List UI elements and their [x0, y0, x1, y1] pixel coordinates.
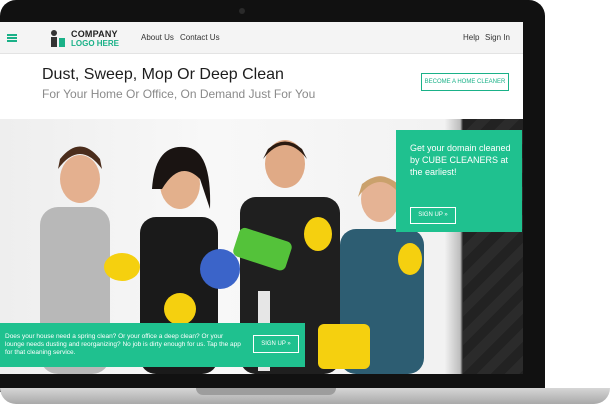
strip-sign-up-button[interactable]: SIGN UP » — [253, 335, 299, 353]
promo-strip: Does your house need a spring clean? Or … — [0, 323, 305, 367]
cleaner-logo-icon — [51, 30, 65, 47]
camera-icon — [239, 8, 245, 14]
screen: COMPANY LOGO HERE About Us Contact Us He… — [0, 22, 523, 374]
laptop-bezel: COMPANY LOGO HERE About Us Contact Us He… — [0, 0, 545, 392]
logo-line1[interactable]: COMPANY — [71, 29, 118, 39]
nav-contact-us[interactable]: Contact Us — [180, 33, 220, 42]
top-nav: COMPANY LOGO HERE About Us Contact Us He… — [0, 22, 523, 54]
nav-sign-in[interactable]: Sign In — [485, 33, 510, 42]
hero-section: Dust, Sweep, Mop Or Deep Clean For Your … — [0, 55, 523, 119]
become-home-cleaner-button[interactable]: BECOME A HOME CLEANER — [421, 73, 509, 91]
laptop-notch — [196, 388, 336, 395]
nav-about-us[interactable]: About Us — [141, 33, 174, 42]
card-text: Get your domain cleaned by CUBE CLEANERS… — [410, 143, 511, 177]
promo-strip-text: Does your house need a spring clean? Or … — [5, 333, 241, 356]
hamburger-menu-icon[interactable] — [7, 34, 17, 42]
nav-help[interactable]: Help — [463, 33, 479, 42]
laptop-mockup: COMPANY LOGO HERE About Us Contact Us He… — [0, 0, 610, 414]
hero-subtitle: For Your Home Or Office, On Demand Just … — [42, 87, 316, 101]
logo-line2[interactable]: LOGO HERE — [71, 39, 119, 48]
hero-title: Dust, Sweep, Mop Or Deep Clean — [42, 66, 284, 83]
card-sign-up-button[interactable]: SIGN UP » — [410, 207, 456, 224]
signup-card: Get your domain cleaned by CUBE CLEANERS… — [396, 130, 522, 232]
